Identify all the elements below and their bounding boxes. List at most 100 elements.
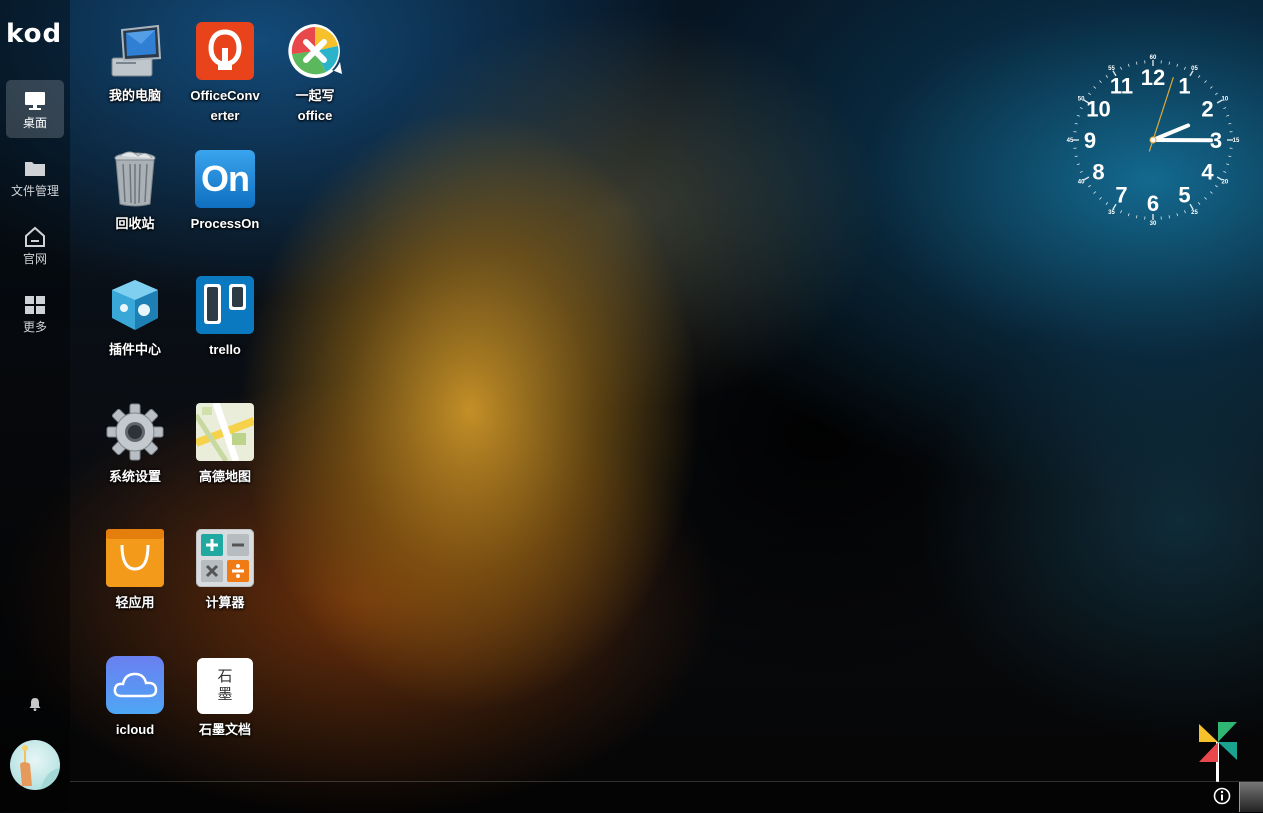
clock-tick	[1215, 93, 1217, 95]
clock-hour-label: 9	[1084, 128, 1096, 153]
clock-tick	[1080, 171, 1083, 172]
desktop-icon-system-settings[interactable]: 系统设置	[92, 403, 178, 513]
clock-tick	[1177, 213, 1178, 216]
user-avatar[interactable]	[10, 740, 60, 790]
clock-tick	[1226, 115, 1229, 116]
clock-tick	[1128, 213, 1129, 216]
clock-minute-label: 60	[1150, 55, 1157, 61]
processon-icon: On	[195, 150, 255, 208]
clock-tick	[1088, 185, 1090, 187]
clock-tick	[1075, 123, 1078, 124]
desktop-icon-yiqixie-office[interactable]: 一起写 office	[272, 22, 358, 132]
clock-minute-label: 40	[1078, 180, 1085, 186]
desktop-icon-label: 高德地图	[182, 467, 268, 487]
clock-tick	[1099, 81, 1101, 83]
desktop-icon-icloud[interactable]: icloud	[92, 656, 178, 766]
grid-icon	[23, 294, 47, 316]
kod-logo: kod	[6, 20, 64, 48]
desktop-icon-plugin-center[interactable]: 插件中心	[92, 276, 178, 386]
clock-hour-label: 12	[1141, 65, 1165, 90]
desktop-icon-label: icloud	[92, 720, 178, 740]
clock-minute-label: 25	[1191, 210, 1198, 216]
clock-tick	[1205, 81, 1207, 83]
clock-tick	[1198, 202, 1200, 204]
clock-hour-label: 2	[1201, 97, 1213, 122]
clock-tick	[1106, 75, 1108, 77]
sidebar-item-label: 文件管理	[6, 184, 64, 198]
sidebar-item-files[interactable]: 文件管理	[6, 148, 64, 206]
home-icon	[23, 226, 47, 248]
clock-hour-label: 4	[1201, 160, 1214, 185]
clock-tick	[1226, 164, 1229, 165]
desktop-icon-label: 计算器	[182, 593, 268, 613]
sidebar-item-website[interactable]: 官网	[6, 216, 64, 274]
clock-tick	[1136, 62, 1137, 65]
yiqixie-icon	[286, 22, 344, 80]
clock-minute-label: 15	[1233, 138, 1240, 144]
info-icon[interactable]	[1213, 787, 1231, 805]
clock-tick	[1077, 164, 1080, 165]
desktop-icon-amap[interactable]: 高德地图	[182, 403, 268, 513]
clock-tick	[1169, 62, 1170, 65]
desktop-icon-label: 一起写 office	[272, 86, 358, 126]
clock-tick	[1198, 75, 1200, 77]
clock-hour-hand	[1153, 125, 1188, 140]
show-desktop-button[interactable]	[1239, 782, 1263, 812]
desktop-icon-label: OfficeConv erter	[182, 86, 268, 126]
clock-widget: 600510152025303540455055 121234567891011	[1066, 53, 1240, 227]
avatar-illustration-icon	[10, 740, 60, 790]
desktop-icon-recycle-bin[interactable]: 回收站	[92, 150, 178, 260]
clock-tick	[1094, 86, 1096, 88]
clock-tick	[1210, 86, 1212, 88]
clock-hour-label: 5	[1178, 183, 1190, 208]
sidebar-item-more[interactable]: 更多	[6, 284, 64, 342]
clock-hour-label: 8	[1092, 160, 1104, 185]
computer-icon	[106, 22, 164, 80]
desktop-icon-light-app[interactable]: 轻应用	[92, 529, 178, 639]
clock-minute-label: 35	[1108, 210, 1115, 216]
clock-tick	[1223, 171, 1226, 172]
shimo-icon: 石 墨	[197, 658, 253, 714]
desktop-icon-shimo-docs[interactable]: 石 墨 石墨文档	[182, 656, 268, 766]
clock-minute-label: 20	[1222, 180, 1229, 186]
desktop-icon-processon[interactable]: On ProcessOn	[182, 150, 268, 260]
clock-tick	[1223, 107, 1226, 108]
shopping-bag-icon	[106, 529, 164, 587]
sidebar-item-label: 官网	[6, 252, 64, 266]
bell-icon[interactable]	[27, 696, 43, 712]
desktop-icon-label: 轻应用	[92, 593, 178, 613]
clock-tick	[1169, 215, 1170, 218]
officeconverter-icon	[196, 22, 254, 80]
clock-minute-label: 10	[1222, 97, 1229, 103]
clock-tick	[1084, 177, 1089, 180]
plugin-center-icon	[106, 276, 164, 334]
sidebar-item-desktop[interactable]: 桌面	[6, 80, 64, 138]
clock-minute-label: 30	[1150, 221, 1157, 227]
desktop-icon-my-computer[interactable]: 我的电脑	[92, 22, 178, 132]
desktop-icon-trello[interactable]: trello	[182, 276, 268, 386]
clock-hour-label: 6	[1147, 191, 1159, 216]
clock-tick	[1215, 185, 1217, 187]
desktop-icon-label: 回收站	[92, 214, 178, 234]
cloud-icon	[106, 656, 164, 714]
desktop-icon-officeconverter[interactable]: OfficeConv erter	[182, 22, 268, 132]
recycle-bin-icon	[106, 150, 164, 208]
desktop-icon-label: ProcessOn	[182, 214, 268, 234]
desktop-icon-calculator[interactable]: 计算器	[182, 529, 268, 639]
folder-icon	[23, 158, 47, 180]
clock-tick	[1077, 115, 1080, 116]
trello-icon	[196, 276, 254, 334]
clock-tick	[1120, 210, 1121, 213]
clock-hour-label: 1	[1178, 73, 1190, 98]
clock-tick	[1120, 67, 1121, 70]
pinwheel-icon[interactable]	[1197, 720, 1239, 782]
clock-minute-label: 50	[1078, 97, 1085, 103]
desktop-icon-label: trello	[182, 340, 268, 360]
clock-tick	[1088, 93, 1090, 95]
clock-tick	[1205, 197, 1207, 199]
clock-tick	[1075, 156, 1078, 157]
calculator-icon	[196, 529, 254, 587]
sidebar-item-label: 桌面	[6, 116, 64, 130]
clock-minute-label: 55	[1108, 66, 1115, 72]
monitor-icon	[23, 90, 47, 112]
